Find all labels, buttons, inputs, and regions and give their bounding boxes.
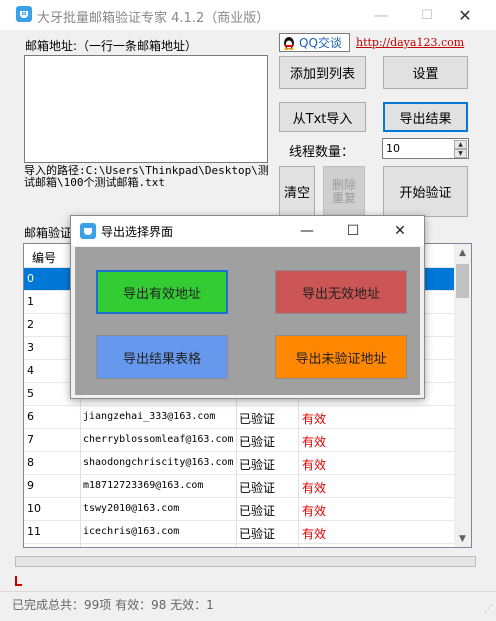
cell-no: 7 xyxy=(27,433,34,446)
cell-status: 已验证 xyxy=(239,458,276,472)
cell-result: 有效 xyxy=(302,435,327,449)
minimize-button[interactable]: — xyxy=(358,0,404,30)
cell-status: 已验证 xyxy=(239,481,276,495)
export-invalid-button[interactable]: 导出无效地址 xyxy=(275,270,407,314)
cell-no: 5 xyxy=(27,387,34,400)
export-results-button[interactable]: 导出结果 xyxy=(383,102,468,132)
resize-grip-icon[interactable]: ⋰ xyxy=(484,604,493,614)
marker-icon xyxy=(15,576,22,586)
stepper-up-icon[interactable]: ▲ xyxy=(454,140,467,149)
table-row[interactable]: 10 tswy2010@163.com 已验证 有效 xyxy=(24,498,456,521)
cell-email: shaodongchriscity@163.com xyxy=(83,457,234,468)
start-verify-button[interactable]: 开始验证 xyxy=(383,166,468,217)
cell-result: 有效 xyxy=(302,504,327,518)
email-input-textarea[interactable] xyxy=(24,55,268,163)
table-row[interactable]: 8 shaodongchriscity@163.com 已验证 有效 xyxy=(24,452,456,475)
window-title: 大牙批量邮箱验证专家 4.1.2（商业版） xyxy=(37,11,270,26)
export-unverified-button[interactable]: 导出未验证地址 xyxy=(275,335,407,379)
add-to-list-button[interactable]: 添加到列表 xyxy=(279,56,366,89)
status-bar: 已完成总共：99项 有效：98 无效：1 ⋰ xyxy=(0,591,496,621)
column-header-no: 编号 xyxy=(32,251,57,265)
email-address-label: 邮箱地址:（一行一条邮箱地址） xyxy=(25,39,198,53)
horizontal-scrollbar[interactable] xyxy=(15,556,476,567)
clear-button[interactable]: 清空 xyxy=(279,166,315,217)
dialog-app-icon xyxy=(80,223,96,239)
export-dialog: 导出选择界面 — ☐ ✕ 导出有效地址 导出无效地址 导出结果表格 导出未验证地… xyxy=(70,215,425,399)
thread-count-label: 线程数量： xyxy=(289,145,355,160)
cell-status: 已验证 xyxy=(239,412,276,426)
import-path-text: 导入的路径:C:\Users\Thinkpad\Desktop\测试邮箱\100… xyxy=(24,164,269,189)
table-row[interactable]: 11 icechris@163.com 已验证 有效 xyxy=(24,521,456,544)
import-txt-button[interactable]: 从Txt导入 xyxy=(279,102,366,132)
cell-no: 0 xyxy=(27,272,34,285)
dialog-close-button[interactable]: ✕ xyxy=(377,216,423,246)
dialog-titlebar: 导出选择界面 — ☐ ✕ xyxy=(71,216,424,246)
table-row[interactable]: 6 jiangzehai_333@163.com 已验证 有效 xyxy=(24,406,456,429)
table-vertical-scrollbar[interactable]: ▲ ▼ xyxy=(454,244,471,547)
cell-result: 有效 xyxy=(302,481,327,495)
scroll-thumb[interactable] xyxy=(456,264,469,298)
cell-email: jiangzehai_333@163.com xyxy=(83,411,216,422)
cell-email: m18712723369@163.com xyxy=(83,480,204,491)
dialog-minimize-button[interactable]: — xyxy=(284,216,330,246)
penguin-icon xyxy=(284,36,294,50)
cell-email: tswy2010@163.com xyxy=(83,503,180,514)
thread-count-value: 10 xyxy=(386,142,400,155)
cell-no: 1 xyxy=(27,295,34,308)
settings-button[interactable]: 设置 xyxy=(383,56,468,89)
table-row[interactable]: 9 m18712723369@163.com 已验证 有效 xyxy=(24,475,456,498)
close-button[interactable]: ✕ xyxy=(442,0,488,30)
cell-status: 已验证 xyxy=(239,435,276,449)
export-valid-button[interactable]: 导出有效地址 xyxy=(96,270,228,314)
window-titlebar: 大牙批量邮箱验证专家 4.1.2（商业版） — ☐ ✕ xyxy=(0,0,496,30)
cell-result: 有效 xyxy=(302,412,327,426)
export-table-button[interactable]: 导出结果表格 xyxy=(96,335,228,379)
cell-email: icechris@163.com xyxy=(83,526,180,537)
cell-no: 11 xyxy=(27,525,41,538)
cell-no: 6 xyxy=(27,410,34,423)
scroll-down-icon[interactable]: ▼ xyxy=(454,530,471,547)
cell-no: 10 xyxy=(27,502,41,515)
cell-result: 有效 xyxy=(302,458,327,472)
cell-no: 8 xyxy=(27,456,34,469)
website-link[interactable]: http://daya123.com xyxy=(356,36,464,49)
qq-label: QQ交谈 xyxy=(299,36,342,50)
app-icon xyxy=(16,6,32,22)
dialog-maximize-button[interactable]: ☐ xyxy=(330,216,376,246)
table-row[interactable]: 7 cherryblossomleaf@163.com 已验证 有效 xyxy=(24,429,456,452)
delete-duplicates-button[interactable]: 删除重复 xyxy=(323,166,365,217)
qq-chat-button[interactable]: QQ交谈 xyxy=(279,33,350,52)
cell-email: cherryblossomleaf@163.com xyxy=(83,434,234,445)
scroll-up-icon[interactable]: ▲ xyxy=(454,244,471,261)
cell-no: 4 xyxy=(27,364,34,377)
cell-status: 已验证 xyxy=(239,504,276,518)
dialog-body: 导出有效地址 导出无效地址 导出结果表格 导出未验证地址 xyxy=(75,247,420,395)
list-label: 邮箱验证 xyxy=(24,226,73,240)
dialog-title: 导出选择界面 xyxy=(101,225,174,239)
cell-no: 2 xyxy=(27,318,34,331)
status-text: 已完成总共：99项 有效：98 无效：1 xyxy=(12,598,214,612)
cell-status: 已验证 xyxy=(239,527,276,541)
cell-no: 9 xyxy=(27,479,34,492)
stepper-down-icon[interactable]: ▼ xyxy=(454,149,467,158)
cell-result: 有效 xyxy=(302,527,327,541)
cell-no: 3 xyxy=(27,341,34,354)
thread-count-stepper[interactable]: 10 ▲ ▼ xyxy=(382,138,469,159)
